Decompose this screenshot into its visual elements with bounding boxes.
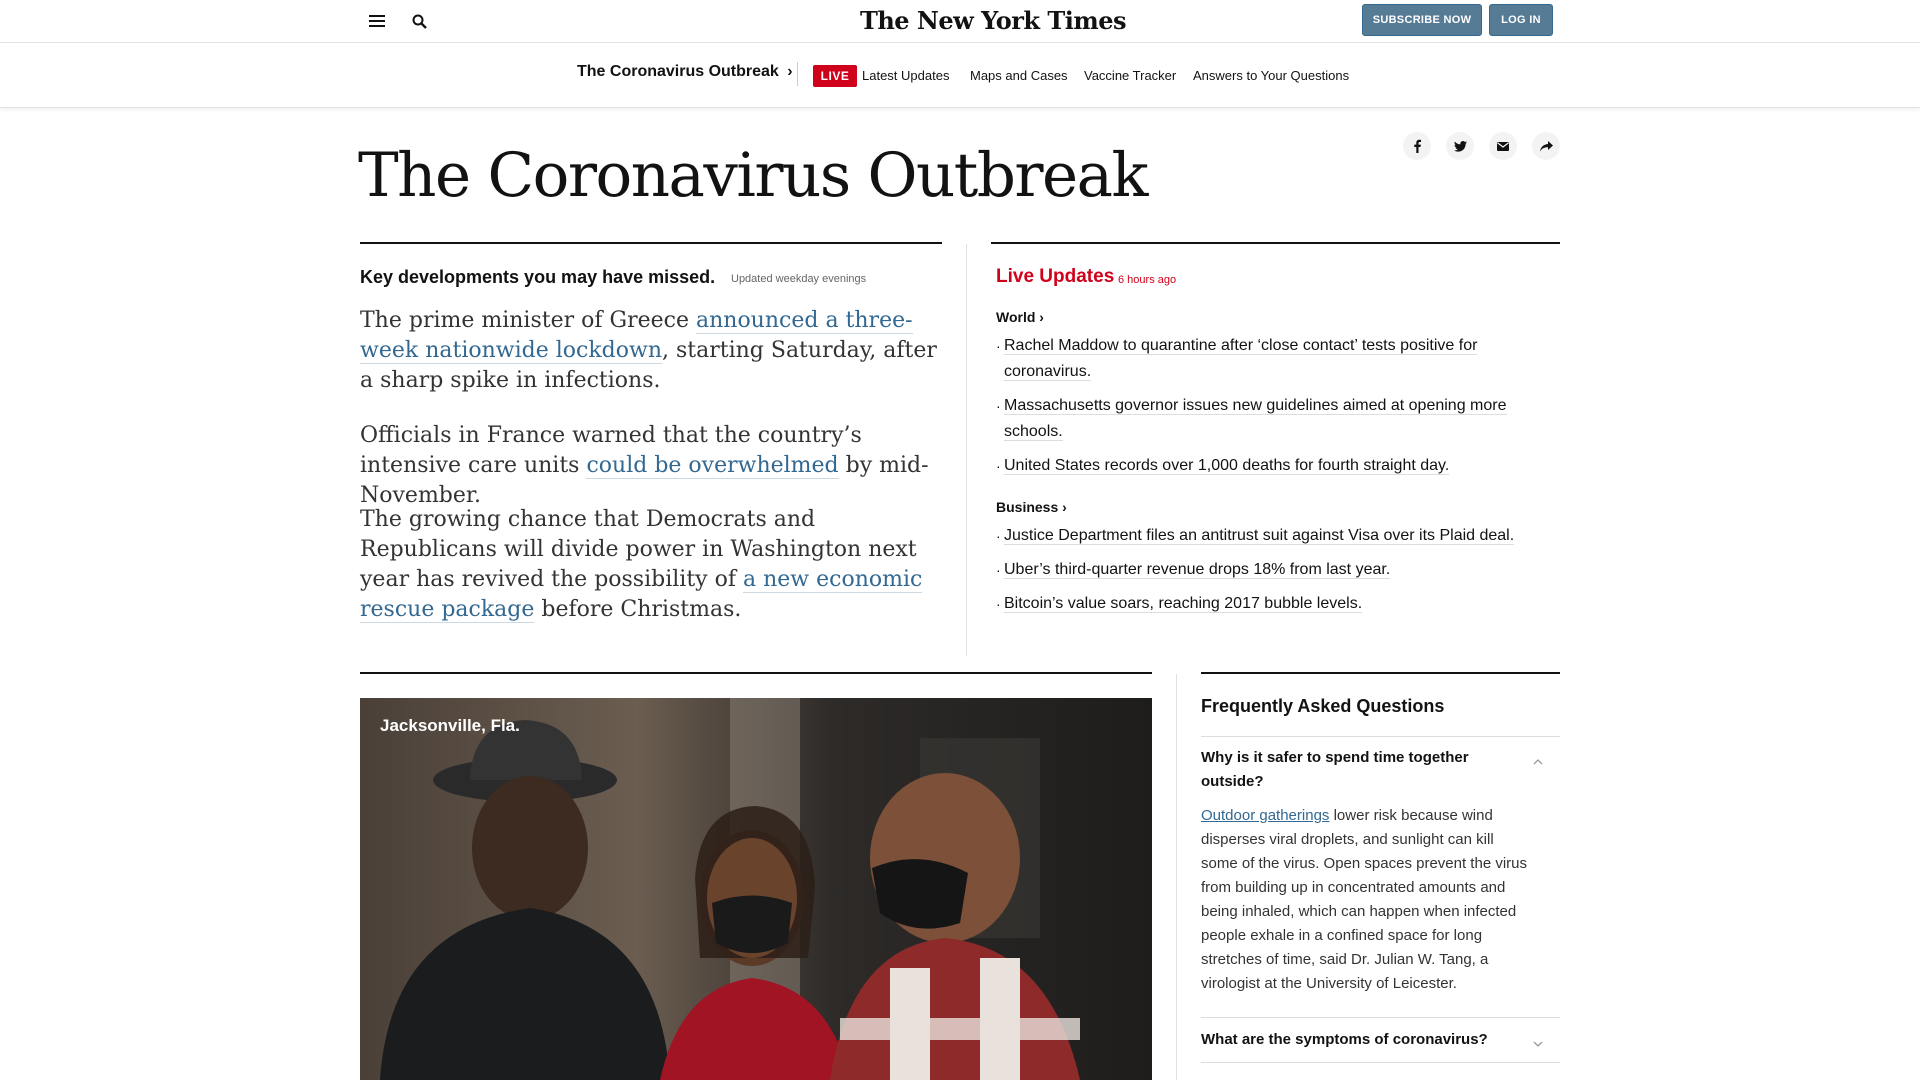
login-button[interactable]: LOG IN [1489,4,1553,36]
bullet-icon: · [996,458,1001,474]
share-arrow-icon[interactable] [1532,132,1560,160]
search-icon[interactable] [406,8,432,34]
photo-location-label: Jacksonville, Fla. [380,716,520,735]
faq-answer: Outdoor gatherings lower risk because wi… [1201,804,1531,996]
live-update-text[interactable]: United States records over 1,000 deaths … [1004,457,1450,475]
news-photo[interactable]: Jacksonville, Fla. [360,698,1152,1080]
live-update-item[interactable]: · Rachel Maddow to quarantine after ‘clos… [996,333,1536,385]
story-link[interactable]: could be overwhelmed [586,453,839,479]
bullet-icon: · [996,596,1001,612]
nyt-logo[interactable]: The New York Times [860,6,1127,35]
divider-rule [360,672,1152,674]
live-updates-timestamp: 6 hours ago [1118,274,1177,286]
live-update-text[interactable]: Massachusetts governor issues new guidel… [1004,397,1507,441]
nav-link-latest-updates[interactable]: Latest Updates [862,68,949,83]
column-divider [966,244,967,656]
section-nav-title-text: The Coronavirus Outbreak [577,63,779,80]
live-update-text[interactable]: Bitcoin’s value soars, reaching 2017 bub… [1004,595,1363,613]
page-title: The Coronavirus Outbreak [358,140,1148,211]
subscribe-button[interactable]: SUBSCRIBE NOW [1362,4,1482,36]
nav-link-answers[interactable]: Answers to Your Questions [1193,68,1349,83]
nav-link-vaccine-tracker[interactable]: Vaccine Tracker [1084,68,1176,83]
divider-rule [360,242,942,244]
email-icon[interactable] [1489,132,1517,160]
faq-divider [1201,1017,1560,1018]
divider-rule [1201,672,1560,674]
faq-question[interactable]: Why is it safer to spend time together o… [1201,746,1511,794]
column-divider [1176,674,1177,1080]
faq-title: Frequently Asked Questions [1201,696,1445,716]
key-developments-updated: Updated weekday evenings [731,273,867,285]
live-update-item[interactable]: · Uber’s third-quarter revenue drops 18% … [996,557,1536,583]
faq-answer-link[interactable]: Outdoor gatherings [1201,807,1329,824]
facebook-icon[interactable] [1403,132,1431,160]
live-update-item[interactable]: · Bitcoin’s value soars, reaching 2017 bu… [996,591,1536,617]
faq-answer-text: lower risk because wind disperses viral … [1201,807,1527,992]
live-update-text[interactable]: Rachel Maddow to quarantine after ‘close… [1004,337,1478,381]
bullet-icon: · [996,398,1001,414]
nav-link-maps-and-cases[interactable]: Maps and Cases [970,68,1068,83]
divider-rule [991,242,1560,244]
key-development-item: Officials in France warned that the coun… [360,421,940,511]
key-developments-heading: Key developments you may have missed. [360,267,716,287]
live-badge: LIVE [813,65,857,87]
bullet-icon: · [996,528,1001,544]
bullet-icon: · [996,562,1001,578]
faq-divider [1201,736,1560,737]
para-text: The prime minister of Greece [360,308,696,333]
live-section-business[interactable]: Business › [996,499,1067,515]
para-text: before Christmas. [534,597,742,622]
hamburger-menu-icon[interactable] [364,8,390,34]
photo-illustration [360,698,1152,1080]
chevron-right-icon: › [787,63,793,80]
live-update-item[interactable]: · United States records over 1,000 deaths… [996,453,1536,479]
section-nav-title[interactable]: The Coronavirus Outbreak › [577,63,793,81]
twitter-icon[interactable] [1446,132,1474,160]
section-nav: The Coronavirus Outbreak › LIVE Latest U… [0,44,1920,108]
live-update-text[interactable]: Justice Department files an antitrust su… [1004,527,1515,545]
chevron-up-icon[interactable] [1530,754,1546,770]
nav-divider [797,62,798,86]
key-development-item: The prime minister of Greece announced a… [360,306,940,396]
bullet-icon: · [996,338,1001,354]
faq-divider [1201,1062,1560,1063]
masthead-bar: The New York Times SUBSCRIBE NOW LOG IN [0,0,1920,43]
key-development-item: The growing chance that Democrats and Re… [360,505,940,625]
live-update-item[interactable]: · Massachusetts governor issues new guide… [996,393,1536,445]
live-updates-heading[interactable]: Live Updates [996,266,1114,288]
faq-question[interactable]: What are the symptoms of coronavirus? [1201,1028,1511,1052]
live-update-text[interactable]: Uber’s third-quarter revenue drops 18% f… [1004,561,1391,579]
live-section-world[interactable]: World › [996,309,1044,325]
live-update-item[interactable]: · Justice Department files an antitrust s… [996,523,1536,549]
chevron-down-icon[interactable] [1530,1036,1546,1052]
